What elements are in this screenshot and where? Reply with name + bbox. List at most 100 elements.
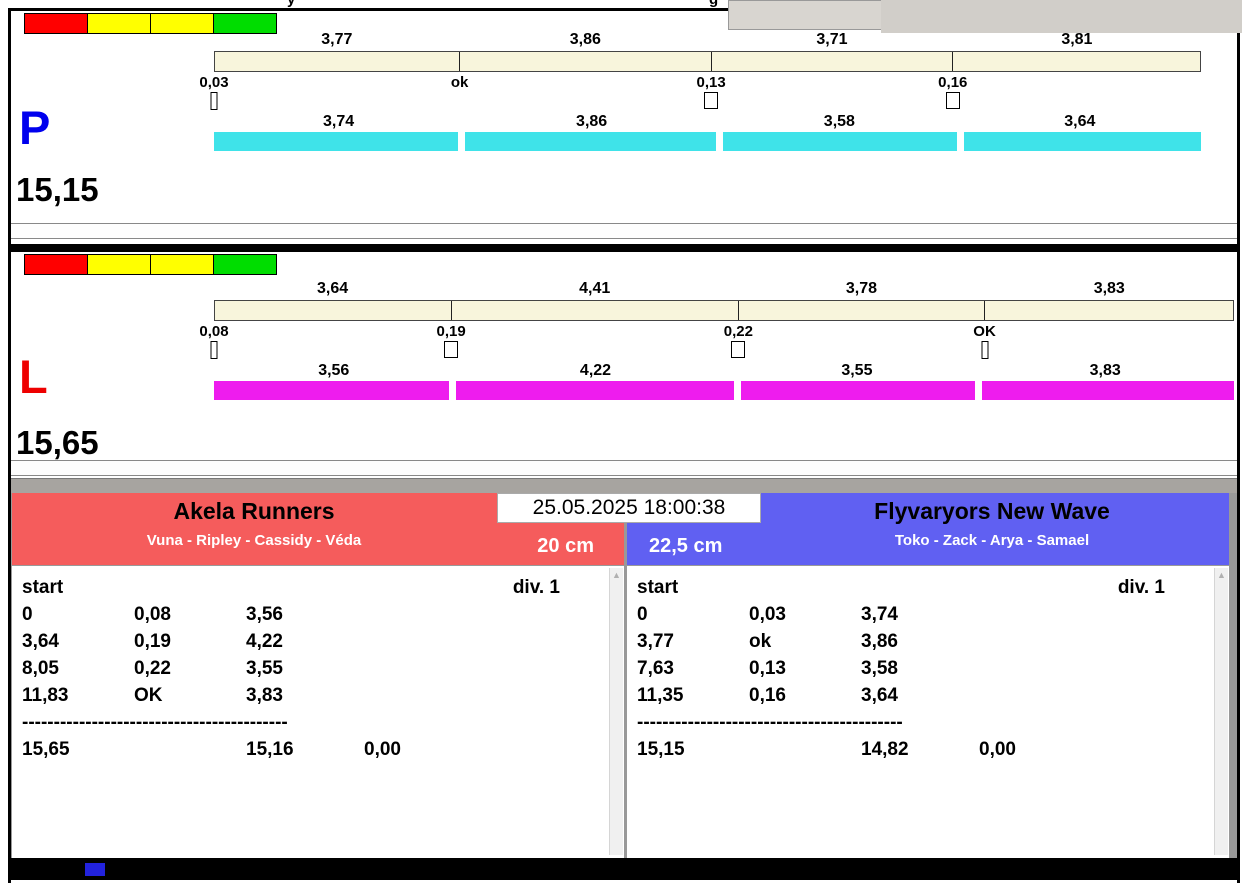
lane-status-strip	[11, 460, 1237, 476]
scrollbar[interactable]: ▲	[1214, 568, 1228, 855]
result-row: 8,05 0,22 3,55	[22, 655, 624, 682]
lane-bars: 3,64 4,41 3,78 3,83 0,08 0,19 0,22 OK 3,…	[199, 278, 1234, 400]
marker-cell	[210, 91, 460, 111]
jump-height: 20 cm	[537, 535, 594, 557]
change-time: OK	[973, 323, 996, 340]
clipped-menu-text: y	[287, 0, 295, 8]
team-results: start div. 1 0 0,03 3,74 3,77 ok 3,86 7,…	[627, 565, 1229, 858]
scrollbar[interactable]: ▲	[609, 568, 623, 855]
marker-cell	[945, 91, 1201, 111]
lane-separator	[11, 244, 1237, 252]
bar-segment	[740, 381, 975, 400]
split-time: 3,55	[246, 657, 283, 679]
result-row: 7,63 0,13 3,58	[637, 655, 1229, 682]
marker-cell	[981, 340, 1234, 360]
lower-split-times: 3,56 4,22 3,55 3,83	[214, 360, 1234, 381]
split-time: 3,83	[1089, 361, 1121, 379]
top-right-panel	[728, 0, 883, 30]
division-label: div. 1	[512, 576, 560, 598]
change-time: 0,16	[938, 74, 968, 91]
light-green	[213, 254, 277, 275]
team-panel-left: Akela Runners Vuna - Ripley - Cassidy - …	[12, 493, 624, 858]
team-name: Flyvaryors New Wave	[874, 498, 1110, 524]
lane-panel-p: P 15,15 3,77 3,86 3,71 3,81 0,03 ok 0,13…	[11, 11, 1237, 244]
final-time: 15,65	[22, 738, 70, 760]
section-separator	[11, 478, 1237, 494]
split-time: 3,86	[576, 112, 608, 130]
bar-segment	[455, 381, 734, 400]
lower-progress-bar	[214, 132, 1202, 151]
split-time: 4,22	[246, 630, 283, 652]
lane-letter: P	[19, 101, 51, 154]
change-time: ok	[749, 630, 772, 652]
bar-segment	[981, 381, 1234, 400]
change-times-row: 0,08 0,19 0,22 OK	[199, 321, 1234, 340]
bar-segment	[459, 52, 711, 71]
marker-cell	[731, 340, 984, 360]
team-results: start div. 1 0 0,08 3,56 3,64 0,19 4,22	[12, 565, 624, 858]
bar-segment	[963, 132, 1202, 151]
teams-section: Akela Runners Vuna - Ripley - Cassidy - …	[11, 493, 1237, 858]
cumulative-time: 3,64	[22, 630, 59, 652]
light-yellow	[150, 254, 214, 275]
lane-letter: L	[19, 350, 48, 403]
change-marker	[444, 341, 459, 358]
light-yellow	[87, 13, 151, 34]
light-yellow	[87, 254, 151, 275]
lower-progress-bar	[214, 381, 1234, 400]
change-time: 0,16	[749, 684, 786, 706]
penalty-time: 0,00	[364, 738, 401, 760]
totals-row: 15,15 14,82 0,00	[637, 736, 1229, 763]
lane-total-time: 15,65	[16, 424, 99, 461]
split-time: 3,86	[569, 31, 601, 48]
blue-indicator-chip	[85, 863, 105, 876]
scroll-up-arrow[interactable]: ▲	[1215, 570, 1228, 580]
bar-segment	[464, 132, 717, 151]
change-marker	[210, 92, 218, 110]
separator-dashes: ----------------------------------------…	[637, 712, 903, 733]
change-time: 0,22	[134, 657, 171, 679]
split-time: 3,78	[845, 280, 877, 297]
change-time: 0,03	[749, 603, 786, 625]
cumulative-time: 3,77	[637, 630, 674, 652]
change-cell: ok	[451, 72, 711, 91]
team-members: Toko - Zack - Arya - Samael	[894, 532, 1090, 549]
change-time: 0,13	[749, 657, 786, 679]
cumulative-time: 11,83	[22, 684, 69, 706]
bar-segment	[214, 381, 449, 400]
change-time: OK	[134, 684, 163, 706]
split-time: 3,74	[322, 112, 355, 130]
cumulative-time: 0	[22, 603, 33, 625]
split-time: 3,56	[246, 603, 283, 625]
lane-bars: 3,77 3,86 3,71 3,81 0,03 ok 0,13 0,16 3,…	[199, 29, 1202, 151]
start-label: start	[637, 576, 679, 598]
bottom-black-bar	[11, 858, 1237, 880]
main-window: P 15,15 3,77 3,86 3,71 3,81 0,03 ok 0,13…	[8, 8, 1240, 883]
cumulative-time: 0	[637, 603, 648, 625]
result-row: 3,64 0,19 4,22	[22, 628, 624, 655]
marker-cell	[704, 91, 953, 111]
traffic-lights	[24, 254, 277, 275]
change-marker	[731, 341, 746, 358]
bar-segment	[450, 301, 738, 320]
start-label: start	[22, 576, 64, 598]
change-cell: 0,08	[199, 321, 451, 340]
result-row: 3,77 ok 3,86	[637, 628, 1229, 655]
datetime-display: 25.05.2025 18:00:38	[497, 493, 761, 523]
results-header-row: start div. 1	[22, 574, 624, 601]
cumulative-time: 11,35	[637, 684, 684, 706]
light-red	[24, 13, 88, 34]
change-marker	[981, 341, 989, 359]
penalty-time: 0,00	[979, 738, 1016, 760]
bar-segment	[737, 301, 984, 320]
change-time: 0,19	[134, 630, 171, 652]
results-header-row: start div. 1	[637, 574, 1229, 601]
change-time: 0,19	[436, 323, 466, 340]
upper-progress-bar	[214, 51, 1201, 72]
split-time: 3,74	[861, 603, 898, 625]
marker-cell	[460, 91, 711, 111]
final-time: 15,15	[637, 738, 685, 760]
bar-segment	[214, 132, 458, 151]
scroll-up-arrow[interactable]: ▲	[610, 570, 623, 580]
bar-segment	[215, 301, 451, 320]
